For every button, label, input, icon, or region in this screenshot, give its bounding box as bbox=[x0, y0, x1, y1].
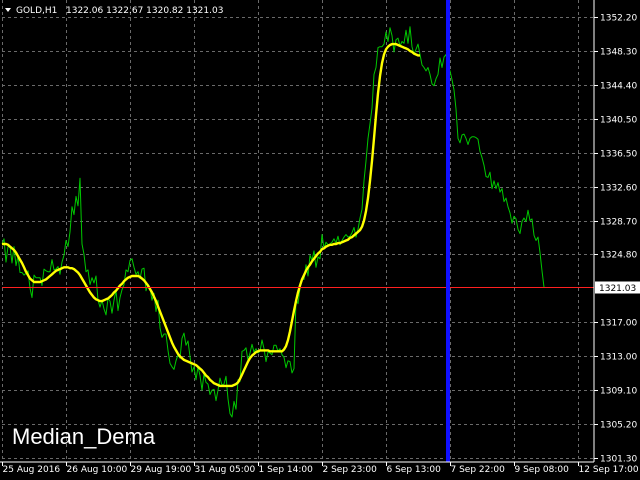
y-tick-label: 1328.70 bbox=[600, 218, 637, 228]
y-tick-label: 1301.30 bbox=[600, 455, 637, 465]
x-tick-label: 6 Sep 13:00 bbox=[387, 465, 442, 475]
x-tick-label: 29 Aug 19:00 bbox=[131, 465, 192, 475]
current-price-label: 1321.03 bbox=[599, 284, 636, 294]
y-tick-label: 1324.80 bbox=[600, 251, 637, 261]
vertical-marker-line[interactable] bbox=[446, 0, 450, 462]
x-tick-label: 31 Aug 05:00 bbox=[195, 465, 256, 475]
y-tick-label: 1336.50 bbox=[600, 150, 637, 160]
y-tick-label: 1313.00 bbox=[600, 353, 637, 363]
y-tick-label: 1305.20 bbox=[600, 421, 637, 431]
x-tick-label: 7 Sep 22:00 bbox=[451, 465, 506, 475]
chart-header: GOLD,H1 1322.06 1322.67 1320.82 1321.03 bbox=[5, 6, 223, 16]
indicator-name: Median_Dema bbox=[12, 424, 156, 449]
x-tick-label: 26 Aug 10:00 bbox=[67, 465, 128, 475]
y-tick-label: 1332.60 bbox=[600, 184, 637, 194]
x-tick-label: 1 Sep 14:00 bbox=[259, 465, 314, 475]
y-tick-label: 1352.20 bbox=[600, 14, 637, 24]
y-tick-label: 1344.40 bbox=[600, 82, 637, 92]
y-tick-label: 1317.00 bbox=[600, 319, 637, 329]
x-tick-label: 25 Aug 2016 bbox=[3, 465, 61, 475]
ohlc-values: 1322.06 1322.67 1320.82 1321.03 bbox=[66, 6, 223, 16]
y-tick-label: 1340.50 bbox=[600, 116, 637, 126]
chart: 1352.20 1348.30 1344.40 1340.50 1336.50 1332.… bbox=[0, 0, 640, 480]
chart-canvas: 1352.20 1348.30 1344.40 1340.50 1336.50 1332.… bbox=[0, 0, 640, 480]
x-tick-label: 12 Sep 17:00 bbox=[579, 465, 639, 475]
symbol-label: GOLD,H1 bbox=[16, 6, 57, 16]
y-tick-label: 1348.30 bbox=[600, 48, 637, 58]
x-tick-label: 9 Sep 08:00 bbox=[515, 465, 570, 475]
chart-background bbox=[0, 0, 640, 480]
y-tick-label: 1309.10 bbox=[600, 387, 637, 397]
x-tick-label: 2 Sep 23:00 bbox=[323, 465, 378, 475]
